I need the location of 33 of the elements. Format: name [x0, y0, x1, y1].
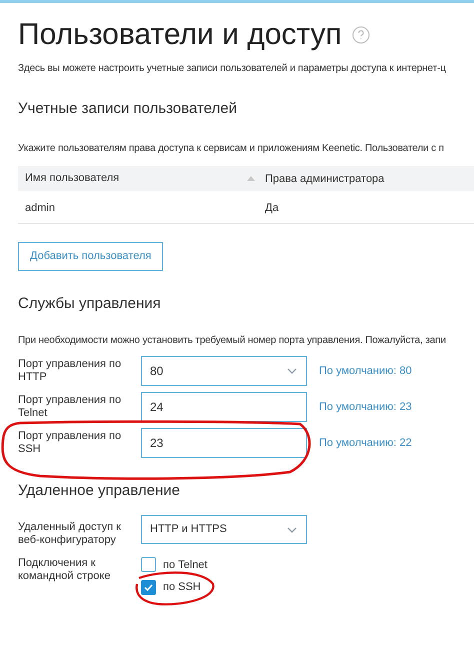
checkbox[interactable] [141, 580, 156, 595]
section-heading: Удаленное управление [18, 481, 181, 501]
field-label: Порт управления по Telnet [18, 393, 122, 420]
checkbox-label[interactable]: по SSH [163, 579, 201, 596]
default-link[interactable]: По умолчанию: 80 [319, 356, 412, 380]
port-input[interactable]: 24 [141, 392, 307, 422]
section-heading: Службы управления [18, 294, 162, 314]
section-description: Укажите пользователям права доступа к сервисам и приложениям Keenetic. Пользователи с п [18, 142, 445, 156]
field-label: Порт управления по SSH [18, 429, 122, 456]
intro-text: Здесь вы можете настроить учетные записи пользователей и параметры доступа к интернет-ц [18, 62, 447, 76]
sort-up-icon[interactable] [247, 176, 255, 180]
page-title: Пользователи и доступ [18, 17, 342, 53]
help-icon[interactable] [352, 26, 370, 44]
field-label: Подключения к командной строке [18, 556, 112, 582]
field-label: Порт управления по HTTP [18, 357, 122, 384]
section-heading: Учетные записи пользователей [18, 99, 238, 119]
port-input[interactable]: 23 [141, 428, 307, 458]
field-label: Удаленный доступ к веб-конфигуратору [18, 520, 122, 546]
access-select[interactable]: HTTP и HTTPS [141, 514, 307, 544]
chevron-down-icon [287, 368, 297, 374]
default-link[interactable]: По умолчанию: 22 [319, 428, 412, 452]
checkbox[interactable] [141, 557, 156, 572]
column-header[interactable]: Имя пользователя [25, 170, 120, 186]
port-select[interactable]: 80 [141, 356, 307, 386]
section-description: При необходимости можно установить требуемый номер порта управления. Пожалуйста, запи [18, 334, 447, 348]
default-link[interactable]: По умолчанию: 23 [319, 392, 412, 416]
checkbox-label[interactable]: по Telnet [163, 556, 208, 573]
table-cell: Да [265, 202, 279, 214]
column-header[interactable]: Права администратора [265, 173, 384, 185]
add-user-button[interactable]: Добавить пользователя [18, 242, 164, 270]
chevron-down-icon [287, 526, 297, 532]
table-cell: admin [25, 202, 55, 214]
check-icon [144, 584, 153, 591]
